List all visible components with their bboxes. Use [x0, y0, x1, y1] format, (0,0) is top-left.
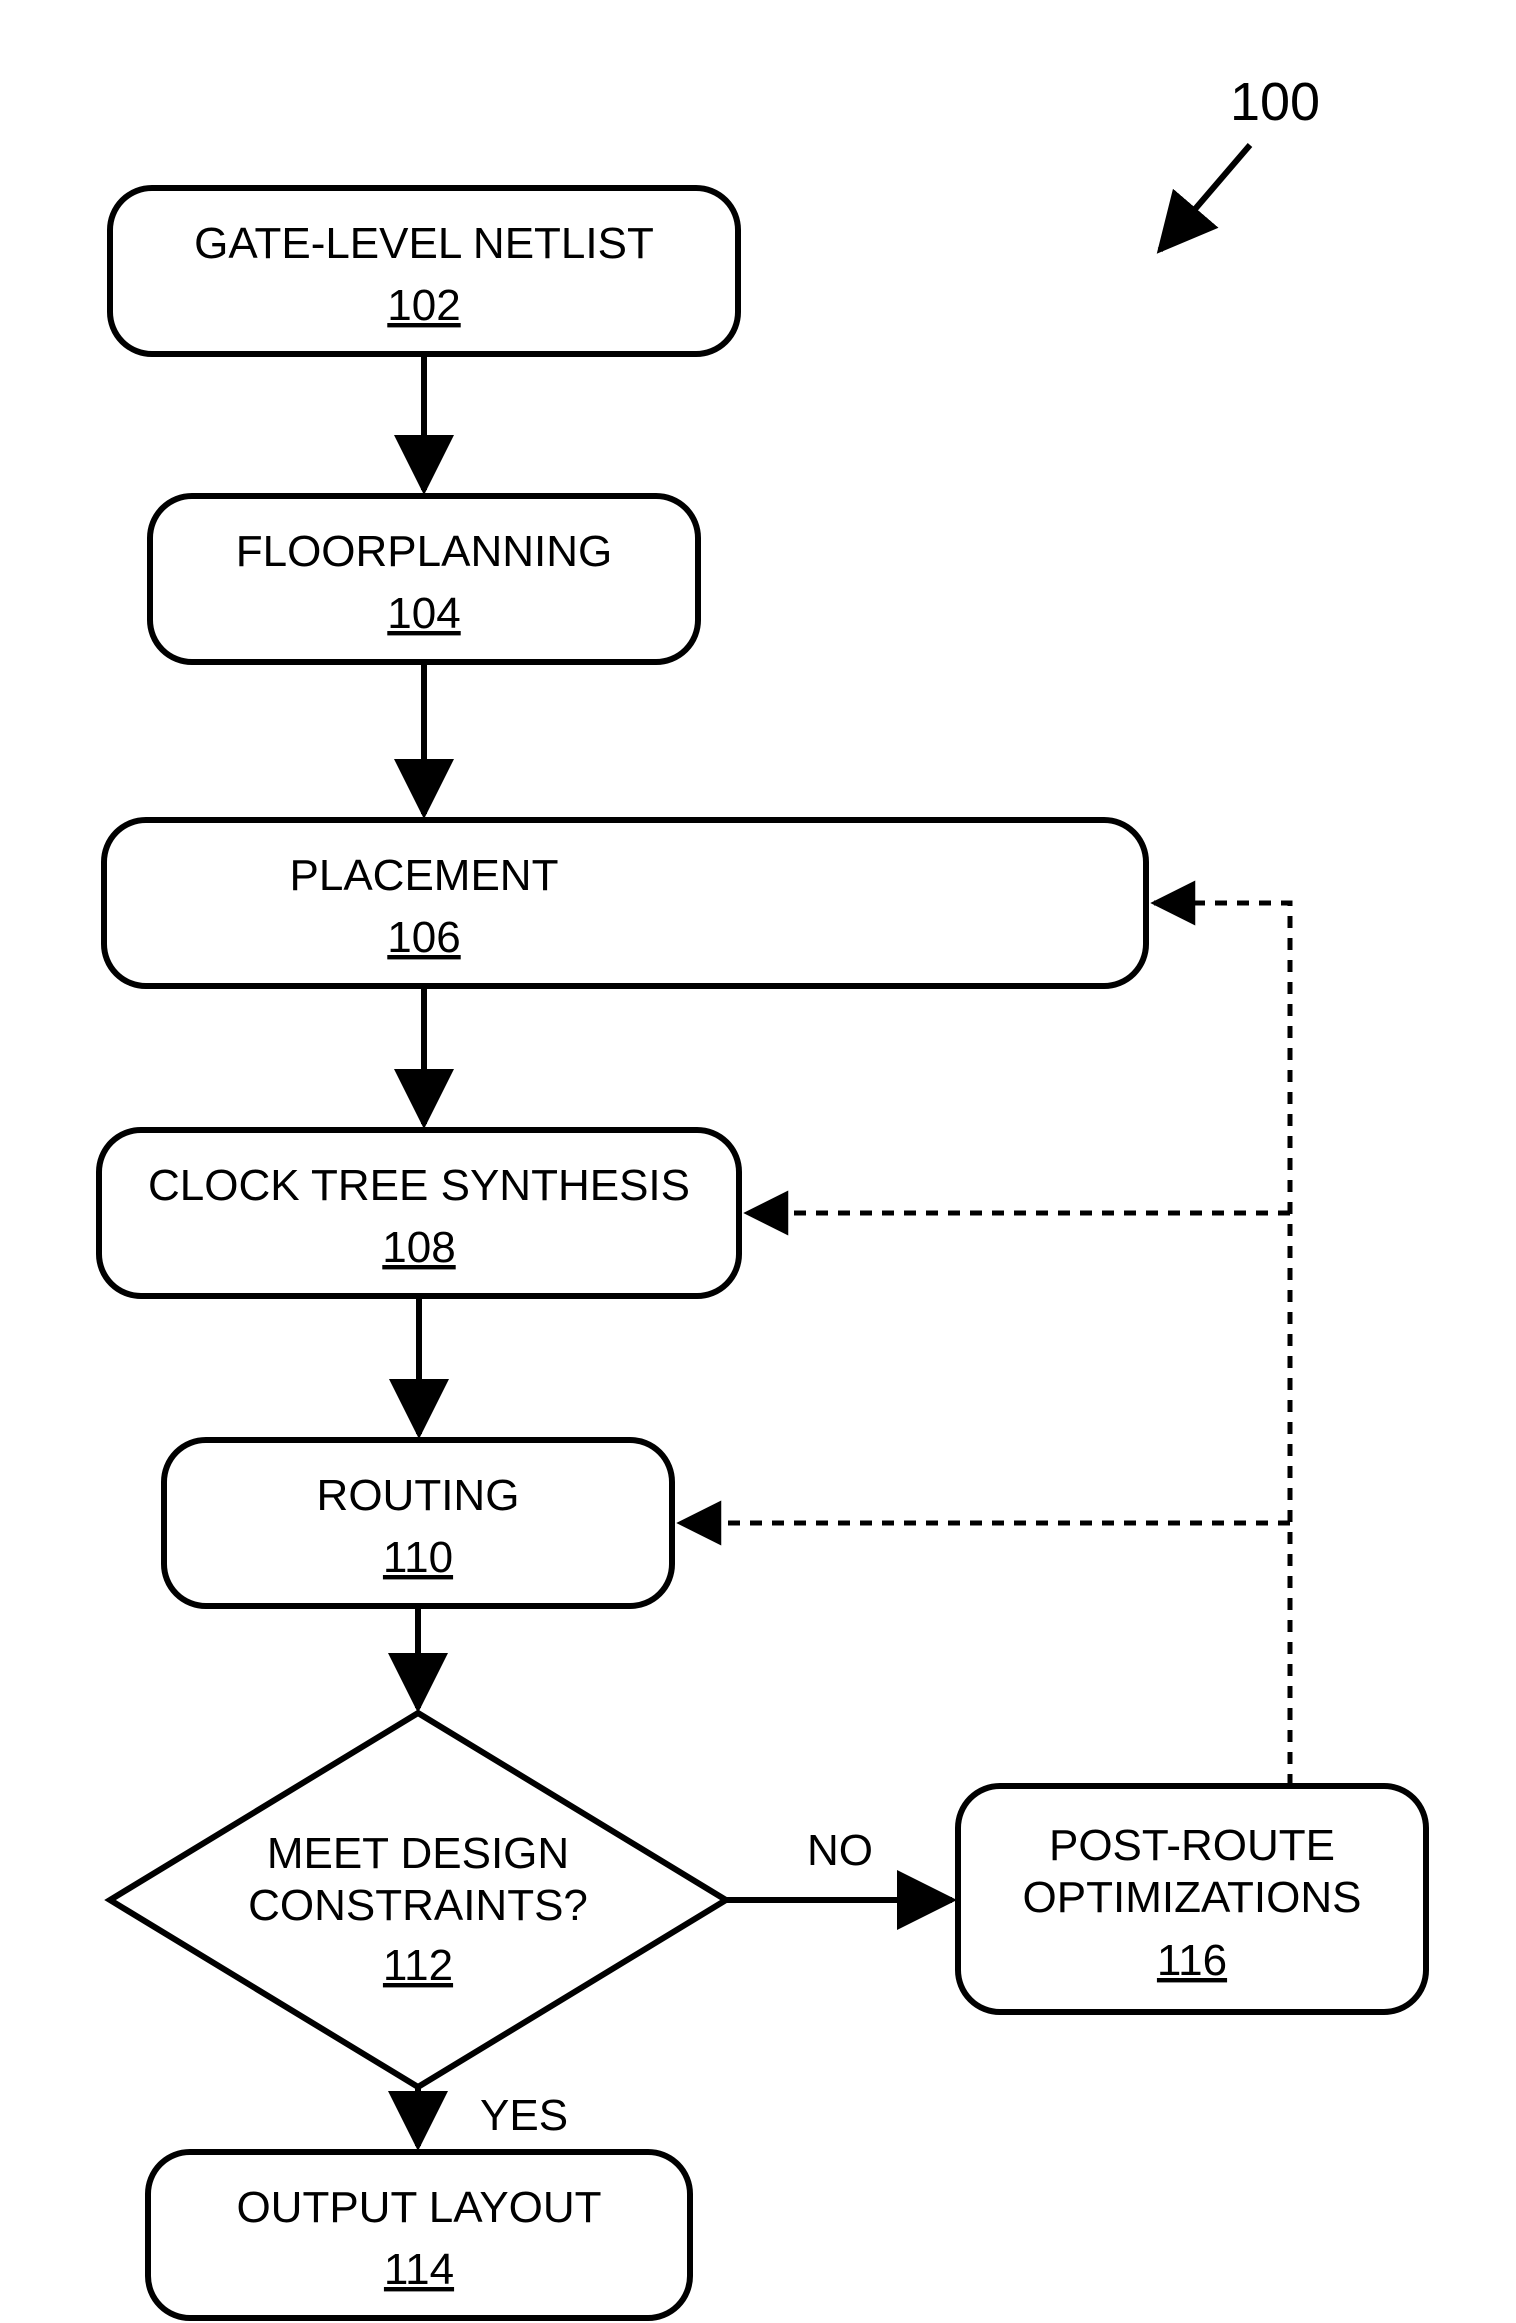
node-post-route-optimizations: POST-ROUTE OPTIMIZATIONS 116: [958, 1786, 1426, 2012]
node-post-route-line2: OPTIMIZATIONS: [1023, 1873, 1362, 1922]
edge-label-no: NO: [807, 1826, 873, 1875]
node-post-route-ref: 116: [1157, 1936, 1227, 1985]
node-decision-line1: MEET DESIGN: [267, 1829, 569, 1878]
node-floorplanning-label: FLOORPLANNING: [236, 527, 613, 576]
node-routing-ref: 110: [383, 1533, 453, 1582]
node-placement-label: PLACEMENT: [290, 851, 559, 900]
node-decision-constraints: MEET DESIGN CONSTRAINTS? 112: [110, 1713, 726, 2087]
node-gate-level-netlist-ref: 102: [387, 281, 460, 330]
node-gate-level-netlist: GATE-LEVEL NETLIST 102: [110, 188, 738, 354]
edge-116-106-dash: [1154, 903, 1290, 1786]
edge-label-yes: YES: [480, 2091, 568, 2140]
node-gate-level-netlist-label: GATE-LEVEL NETLIST: [194, 219, 654, 268]
node-placement-ref: 106: [387, 913, 460, 962]
node-clock-tree-synthesis: CLOCK TREE SYNTHESIS 108: [99, 1130, 739, 1296]
node-floorplanning: FLOORPLANNING 104: [150, 496, 698, 662]
node-decision-line2: CONSTRAINTS?: [248, 1881, 588, 1930]
node-output-layout-label: OUTPUT LAYOUT: [236, 2183, 601, 2232]
node-routing-label: ROUTING: [317, 1471, 520, 1520]
node-post-route-line1: POST-ROUTE: [1049, 1821, 1335, 1870]
flowchart: 100 GATE-LEVEL NETLIST 102 FLOORPLANNING…: [0, 0, 1516, 2323]
node-floorplanning-ref: 104: [387, 589, 460, 638]
node-decision-ref: 112: [383, 1941, 453, 1990]
node-placement: PLACEMENT 106: [104, 820, 1146, 986]
node-routing: ROUTING 110: [164, 1440, 672, 1606]
node-clock-tree-synthesis-ref: 108: [382, 1223, 455, 1272]
figure-number: 100: [1230, 72, 1320, 132]
node-clock-tree-synthesis-label: CLOCK TREE SYNTHESIS: [148, 1161, 690, 1210]
node-output-layout: OUTPUT LAYOUT 114: [148, 2152, 690, 2318]
node-output-layout-ref: 114: [384, 2245, 454, 2294]
figure-number-arrow: [1160, 145, 1250, 250]
